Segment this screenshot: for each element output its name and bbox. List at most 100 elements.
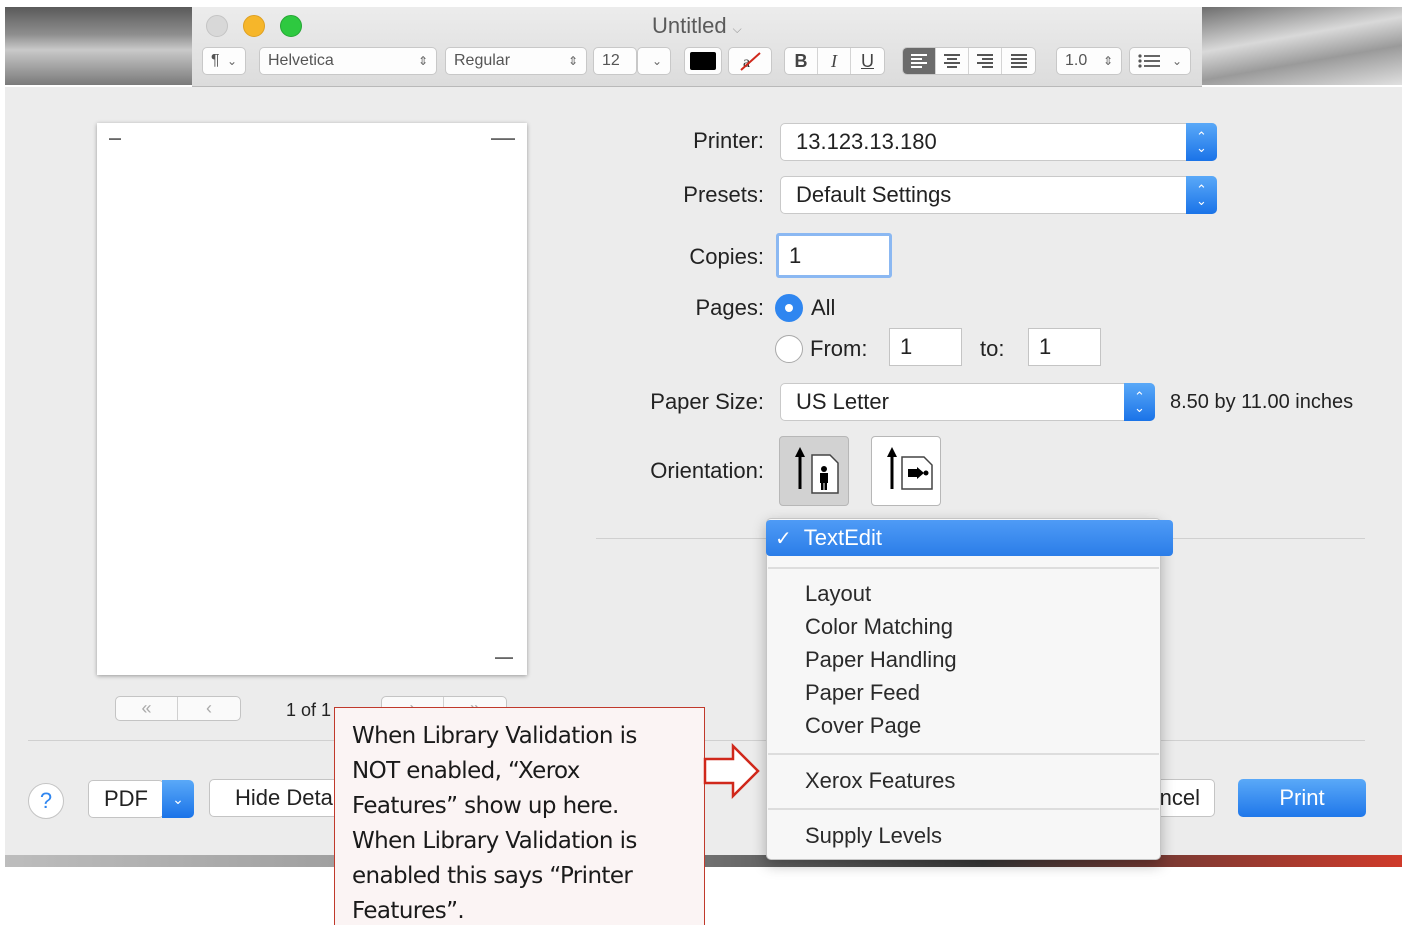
updown-arrows-icon: ⌃ ⌄: [1186, 123, 1217, 161]
desktop-background-right: [1200, 7, 1402, 85]
menu-item-cover-page[interactable]: Cover Page: [805, 713, 921, 739]
align-left-icon: [911, 54, 927, 68]
line-spacing-value: 1.0: [1065, 52, 1088, 69]
portrait-icon: [795, 447, 839, 494]
annotation-line: When Library Validation is: [352, 723, 637, 749]
annotation-line: Features” show up here.: [352, 793, 619, 819]
window-title[interactable]: Untitled ⌵: [652, 13, 742, 39]
print-button[interactable]: Print: [1238, 779, 1366, 817]
page-indicator: 1 of 1: [286, 700, 332, 720]
list-style-popup[interactable]: ⌄: [1129, 47, 1191, 75]
paper-size-popup[interactable]: US Letter ⌃ ⌄: [780, 383, 1155, 421]
alignment-buttons: [902, 47, 1036, 75]
menu-item-layout[interactable]: Layout: [805, 581, 871, 607]
menu-item-supply-levels[interactable]: Supply Levels: [805, 823, 942, 849]
align-center-icon: [944, 54, 960, 68]
menu-item-xerox-features[interactable]: Xerox Features: [805, 768, 955, 794]
font-size-dropdown[interactable]: ⌄: [637, 47, 671, 75]
align-right-button[interactable]: [969, 48, 1002, 74]
previous-page-button[interactable]: ‹: [178, 697, 240, 720]
font-size-field[interactable]: 12: [593, 47, 637, 75]
annotation-line: Features”.: [352, 898, 465, 924]
align-left-button[interactable]: [903, 48, 936, 74]
paragraph-style-popup[interactable]: ¶ ⌄: [202, 47, 246, 75]
justify-button[interactable]: [1002, 48, 1035, 74]
zoom-window-button[interactable]: [280, 15, 302, 37]
menu-separator: [768, 808, 1159, 810]
line-spacing-popup[interactable]: 1.0 ⇕: [1056, 47, 1122, 75]
align-right-icon: [977, 54, 993, 68]
presets-label: Presets:: [683, 182, 764, 207]
portrait-orientation-button[interactable]: [779, 436, 849, 506]
preview-footer: ▬▬▬: [495, 655, 513, 661]
pages-to-field[interactable]: 1: [1028, 328, 1101, 366]
pages-from-field[interactable]: 1: [889, 328, 962, 366]
pages-all-radio[interactable]: [775, 294, 803, 322]
text-color-well[interactable]: [684, 47, 722, 75]
menu-item-color-matching[interactable]: Color Matching: [805, 614, 953, 640]
chevron-down-icon: ⌄: [172, 790, 184, 807]
printer-popup[interactable]: 13.123.13.180 ⌃ ⌄: [780, 123, 1217, 161]
chevron-down-icon: ⌄: [226, 54, 237, 68]
presets-value: Default Settings: [796, 182, 952, 207]
pages-from-label: From:: [810, 336, 868, 361]
updown-arrows-icon: ⌃ ⌄: [1124, 383, 1155, 421]
section-separator: [1173, 538, 1365, 539]
list-icon: [1138, 54, 1160, 68]
no-highlight-icon: a: [740, 52, 761, 71]
textedit-window-toolbar: Untitled ⌵ ¶ ⌄ Helvetica ⇕ Regular ⇕ 12 ⌄…: [192, 7, 1202, 87]
chevron-down-icon: ⌵: [732, 22, 742, 36]
checkmark-icon: ✓: [775, 527, 792, 550]
preview-header-left: ▬▬: [109, 136, 121, 142]
menu-item-textedit[interactable]: ✓ TextEdit: [766, 520, 1173, 556]
menu-item-paper-handling[interactable]: Paper Handling: [805, 647, 957, 673]
paper-dimensions: 8.50 by 11.00 inches: [1170, 391, 1354, 413]
chevron-down-icon: ⌄: [651, 54, 662, 68]
desktop-background-left: [5, 7, 195, 85]
menu-item-paper-feed[interactable]: Paper Feed: [805, 680, 920, 706]
copies-field[interactable]: 1: [776, 233, 892, 278]
landscape-icon: [887, 447, 933, 490]
pages-all-label: All: [811, 295, 836, 320]
justify-icon: [1010, 54, 1027, 68]
font-family-value: Helvetica: [268, 52, 334, 69]
annotation-callout: When Library Validation is NOT enabled, …: [334, 707, 705, 925]
presets-popup[interactable]: Default Settings ⌃ ⌄: [780, 176, 1217, 214]
pages-range-radio[interactable]: [775, 335, 803, 363]
printer-label: Printer:: [693, 128, 764, 153]
updown-arrows-icon: ⌃ ⌄: [1186, 176, 1217, 214]
paper-size-value: US Letter: [796, 389, 889, 414]
font-style-value: Regular: [454, 52, 511, 69]
pdf-menu-button[interactable]: ⌄: [162, 780, 194, 818]
menu-separator: [768, 567, 1159, 569]
italic-button[interactable]: I: [818, 48, 851, 74]
landscape-orientation-button[interactable]: [871, 436, 941, 506]
annotation-line: enabled this says “Printer: [352, 863, 633, 889]
page-preview: ▬▬ ▬▬▬▬ ▬▬▬: [97, 123, 527, 675]
align-center-button[interactable]: [936, 48, 969, 74]
window-title-text: Untitled: [652, 13, 727, 38]
orientation-label: Orientation:: [650, 458, 764, 483]
preview-back-buttons: « ‹: [115, 696, 241, 721]
copies-label: Copies:: [689, 244, 764, 269]
highlight-color-well[interactable]: a: [728, 47, 772, 75]
paper-size-label: Paper Size:: [650, 389, 764, 414]
font-style-popup[interactable]: Regular ⇕: [445, 47, 587, 75]
printer-value: 13.123.13.180: [796, 129, 937, 154]
updown-arrows-icon: ⇕: [417, 54, 428, 68]
pages-to-label: to:: [980, 336, 1005, 361]
help-button[interactable]: ?: [28, 783, 64, 819]
chevron-down-icon: ⌄: [1171, 54, 1182, 68]
font-size-value: 12: [602, 52, 620, 69]
paragraph-icon: ¶: [211, 52, 220, 69]
font-family-popup[interactable]: Helvetica ⇕: [259, 47, 437, 75]
menu-separator: [768, 753, 1159, 755]
bold-button[interactable]: B: [785, 48, 818, 74]
minimize-window-button[interactable]: [243, 15, 265, 37]
underline-button[interactable]: U: [851, 48, 884, 74]
close-window-button[interactable]: [206, 15, 228, 37]
preview-header-right: ▬▬▬▬: [491, 136, 515, 142]
pdf-button[interactable]: PDF: [88, 780, 164, 818]
first-page-button[interactable]: «: [116, 697, 178, 720]
text-color-swatch: [690, 52, 716, 70]
